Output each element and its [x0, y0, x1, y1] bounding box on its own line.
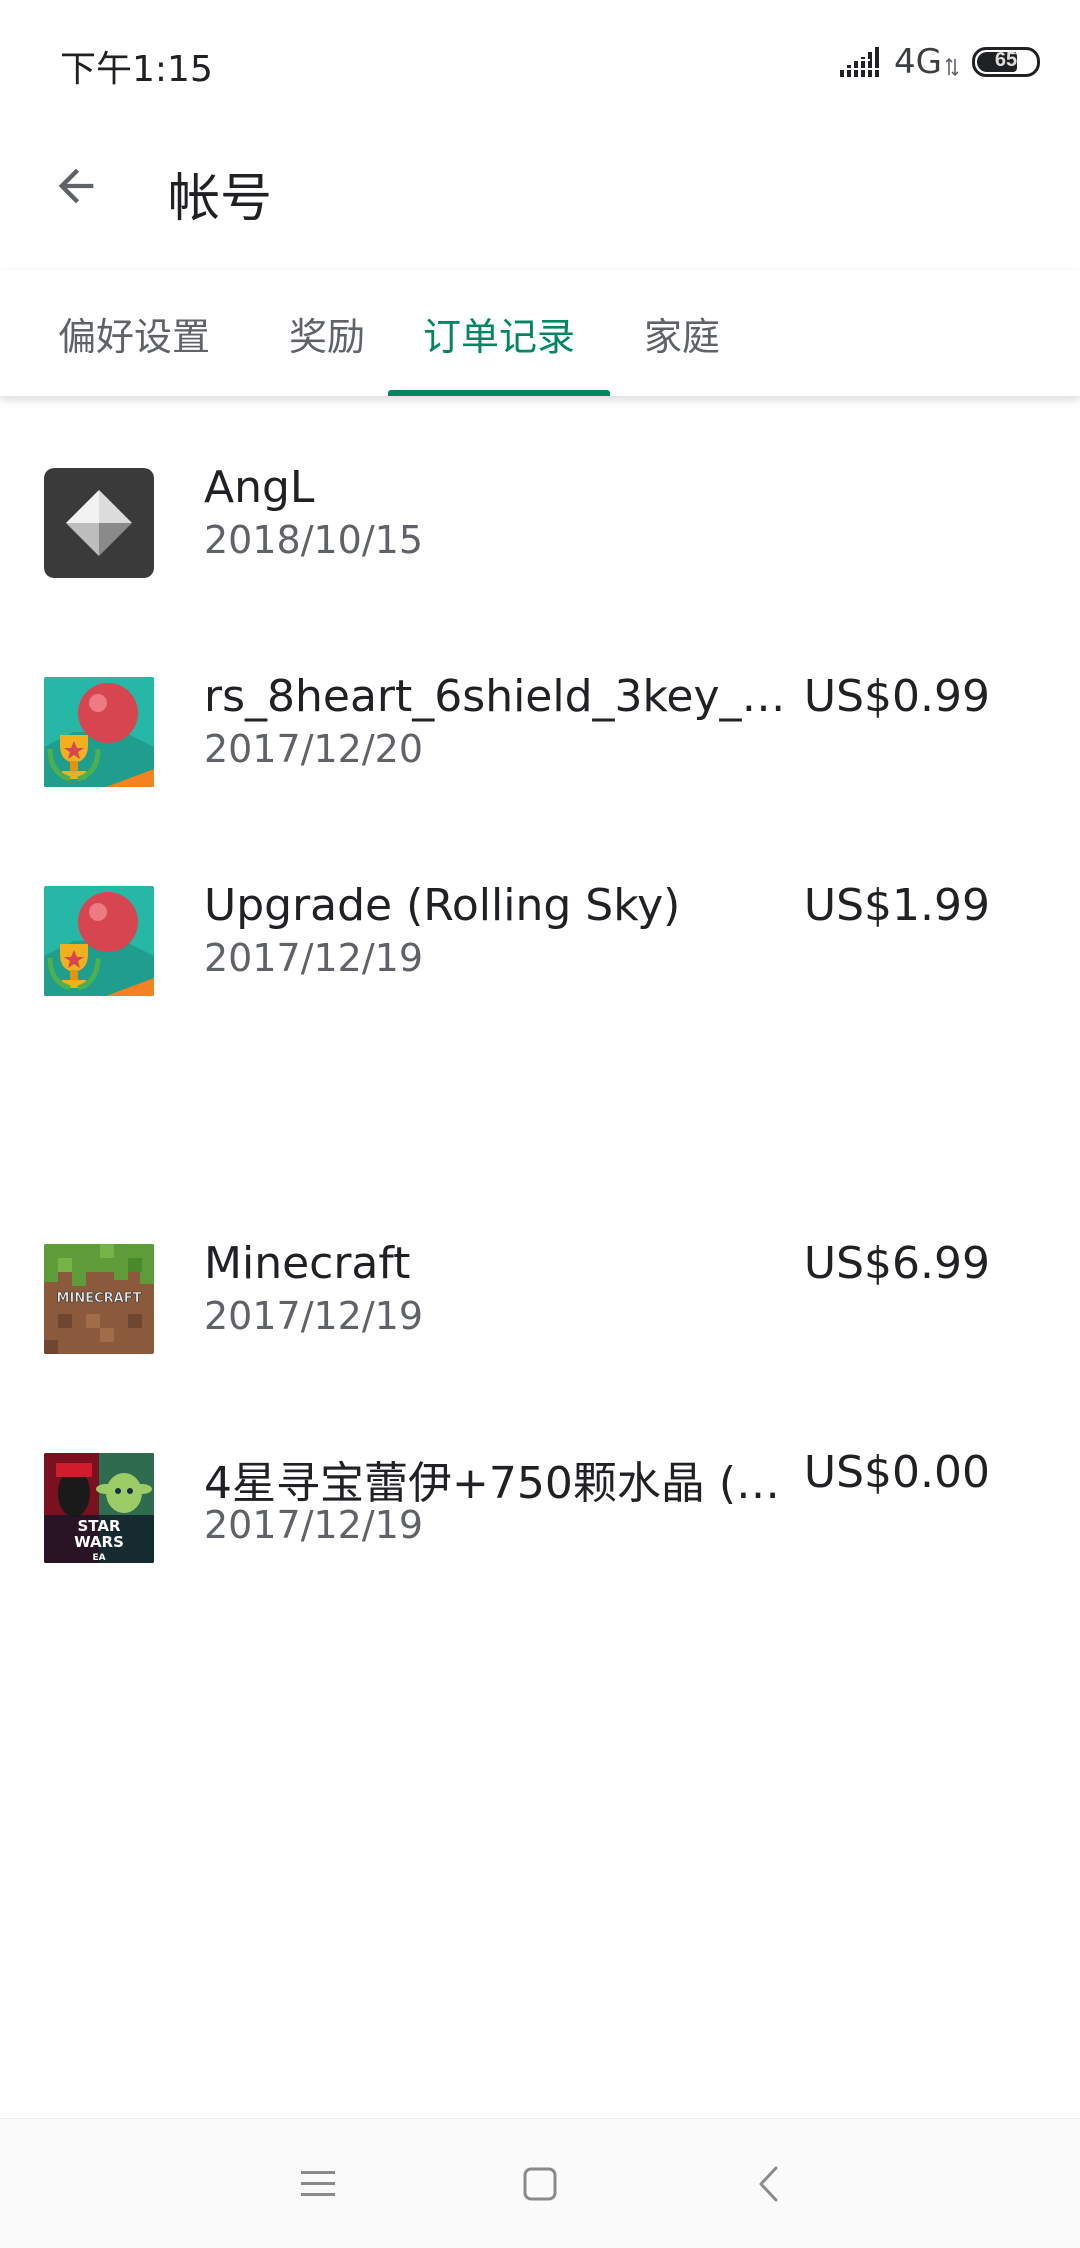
play-store-account-screen: 下午1:15 4G 65 帐号 偏好设置 奖励 订单记录 家庭 AngL 201… [0, 0, 1080, 2248]
tab-order-history[interactable]: 订单记录 [388, 270, 610, 396]
star-wars-logo-text: WARS [74, 1533, 124, 1551]
minecraft-app-icon: MINECRAFT [44, 1244, 154, 1354]
tab-label: 偏好设置 [57, 314, 210, 359]
app-bar: 帐号 [0, 120, 1080, 260]
rolling-sky-app-icon [44, 886, 154, 996]
order-item-price: US$0.99 [803, 671, 990, 722]
battery-level: 65 [994, 49, 1018, 71]
ea-logo-text: EA [92, 1553, 105, 1563]
network-type-label: 4G [894, 42, 942, 82]
order-row[interactable]: STAR WARS EA 4星寻宝蕾伊+750颗水晶 (星... 2017/12… [0, 1447, 1080, 1623]
active-tab-indicator [388, 390, 610, 396]
order-item-name: rs_8heart_6shield_3key_50... [204, 671, 809, 722]
order-item-price: US$0.00 [803, 1447, 990, 1498]
data-activity-icon [946, 57, 958, 77]
minecraft-logo-text: MINECRAFT [57, 1291, 142, 1306]
order-row[interactable]: AngL 2018/10/15 [0, 462, 1080, 638]
tab-label: 奖励 [288, 314, 365, 359]
home-square-icon [523, 2167, 557, 2201]
order-row[interactable]: Upgrade (Rolling Sky) 2017/12/19 US$1.99 [0, 880, 1080, 1056]
page-title: 帐号 [168, 169, 273, 229]
angl-app-icon [44, 468, 154, 578]
order-item-name: Upgrade (Rolling Sky) [204, 880, 681, 931]
tab-label: 家庭 [643, 314, 720, 359]
order-item-date: 2018/10/15 [204, 518, 424, 562]
tab-family[interactable]: 家庭 [630, 270, 734, 396]
order-item-date: 2017/12/20 [204, 727, 424, 771]
order-row[interactable]: MINECRAFT Minecraft 2017/12/19 US$6.99 [0, 1238, 1080, 1414]
system-back-button[interactable] [728, 2144, 808, 2224]
status-bar: 下午1:15 4G 65 [0, 0, 1080, 120]
order-row[interactable]: rs_8heart_6shield_3key_50... 2017/12/20 … [0, 671, 1080, 847]
tab-preferences[interactable]: 偏好设置 [28, 270, 240, 396]
recents-button[interactable] [278, 2144, 358, 2224]
star-wars-app-icon: STAR WARS EA [44, 1453, 154, 1563]
tab-label: 订单记录 [422, 314, 575, 359]
status-time: 下午1:15 [60, 49, 213, 90]
account-tabs: 偏好设置 奖励 订单记录 家庭 [0, 270, 1080, 396]
order-item-price: US$1.99 [803, 880, 990, 931]
order-item-date: 2017/12/19 [204, 1503, 424, 1547]
order-item-name: AngL [204, 462, 315, 513]
arrow-back-icon [58, 168, 94, 204]
order-item-name: Minecraft [204, 1238, 411, 1289]
battery-icon: 65 [972, 47, 1040, 77]
back-chevron-icon [759, 2166, 778, 2202]
menu-icon [301, 2171, 335, 2196]
rolling-sky-app-icon [44, 677, 154, 787]
system-navigation-bar [0, 2118, 1080, 2248]
tab-rewards[interactable]: 奖励 [262, 270, 392, 396]
signal-strength-icon [840, 47, 883, 77]
order-item-date: 2017/12/19 [204, 936, 424, 980]
order-item-price: US$6.99 [803, 1238, 990, 1289]
order-item-date: 2017/12/19 [204, 1294, 424, 1338]
home-button[interactable] [500, 2144, 580, 2224]
status-indicators: 4G 65 [840, 38, 1040, 86]
back-button[interactable] [40, 150, 112, 222]
order-item-name: 4星寻宝蕾伊+750颗水晶 (星... [204, 1458, 809, 1509]
